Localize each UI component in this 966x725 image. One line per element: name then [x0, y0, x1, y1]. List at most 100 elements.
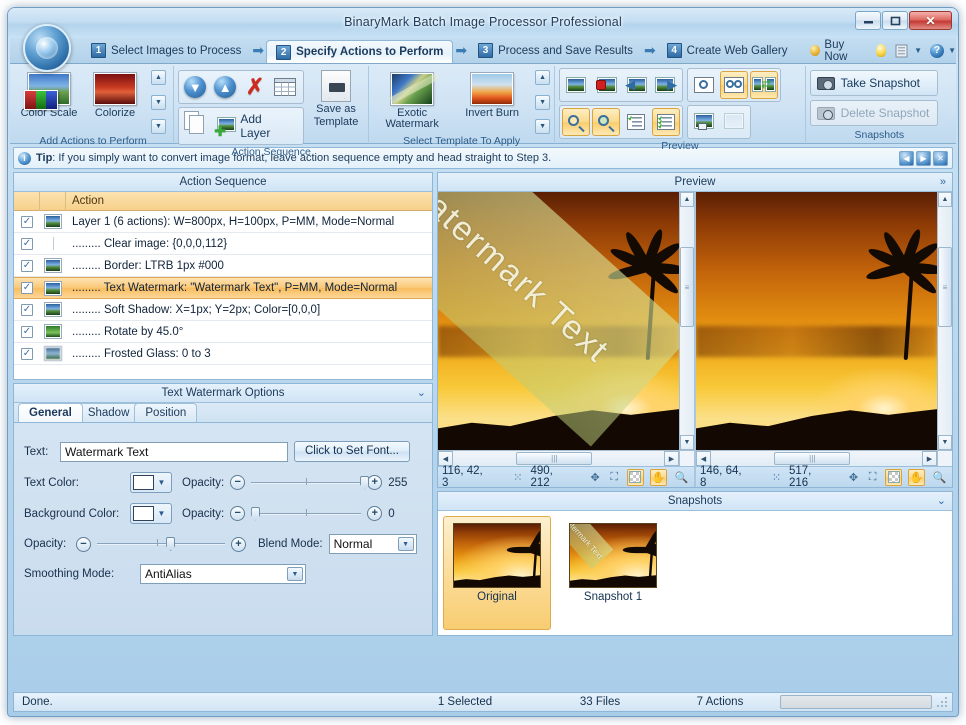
buy-now-button[interactable]: Buy Now [810, 38, 866, 63]
sync-panes-button[interactable]: ⇄ [750, 71, 778, 99]
row-checkbox-cell[interactable]: ✓ [14, 282, 40, 294]
move-down-button[interactable]: ▼ [181, 73, 209, 101]
zoom-tool-button[interactable]: 🔍 [931, 469, 948, 486]
tip-next-button[interactable]: ▶ [916, 151, 931, 166]
scroll-down-arrow-icon[interactable]: ▼ [938, 435, 952, 450]
chevron-collapse-icon[interactable]: ⌄ [417, 384, 426, 403]
preview-image-original[interactable] [696, 192, 937, 450]
background-opacity-decrease-button[interactable]: − [230, 506, 245, 521]
add-layer-button[interactable]: ✚ Add Layer [210, 109, 301, 143]
step-1-select-images[interactable]: 1 Select Images to Process [82, 38, 250, 63]
list-view-button[interactable] [271, 73, 299, 101]
row-checkbox-cell[interactable]: ✓ [14, 216, 40, 228]
hscroll-thumb[interactable]: ||| [774, 452, 850, 465]
preview-original-vscrollbar[interactable]: ▲ ≡ ▼ [937, 192, 952, 450]
preview-random-button[interactable] [592, 71, 620, 99]
table-row[interactable]: ✓ ......... Frosted Glass: 0 to 3 [14, 343, 432, 365]
table-row-selected[interactable]: ✓ ......... Text Watermark: "Watermark T… [14, 277, 432, 299]
save-as-template-button[interactable]: Save as Template [308, 68, 364, 128]
text-opacity-decrease-button[interactable]: − [230, 475, 245, 490]
scroll-down-arrow-icon[interactable]: ▼ [680, 435, 694, 450]
tab-position[interactable]: Position [134, 403, 197, 422]
chevron-expand-icon[interactable]: » [940, 173, 946, 192]
step-2-specify-actions[interactable]: 2 Specify Actions to Perform [266, 40, 453, 63]
snapshot-item-original[interactable]: Original [443, 516, 551, 630]
vscroll-thumb[interactable]: ≡ [938, 247, 952, 327]
tip-close-button[interactable]: ✕ [933, 151, 948, 166]
template-exotic-watermark-button[interactable]: Exotic Watermark [373, 68, 451, 131]
scroll-right-arrow-icon[interactable]: ▶ [922, 451, 937, 466]
maximize-button[interactable] [882, 11, 908, 30]
background-color-picker[interactable]: ▼ [130, 503, 172, 524]
checkbox-icon[interactable]: ✓ [21, 216, 33, 228]
preview-next-button[interactable]: ▶ [652, 71, 680, 99]
background-opacity-increase-button[interactable]: + [367, 506, 382, 521]
preview-processed-hscrollbar[interactable]: ◀ ||| ▶ [438, 450, 694, 466]
checkbox-icon[interactable]: ✓ [21, 260, 33, 272]
preview-processed-vscrollbar[interactable]: ▲ ≡ ▼ [679, 192, 694, 450]
move-tool-icon[interactable]: ✥ [589, 470, 602, 484]
expand-gallery-button[interactable]: ▼ [151, 119, 166, 134]
pan-tool-button[interactable]: ✋ [908, 469, 925, 486]
checkbox-icon[interactable]: ✓ [21, 238, 33, 250]
vscroll-thumb[interactable]: ≡ [680, 247, 694, 327]
action-color-scale-button[interactable]: Color Scale [17, 68, 81, 120]
templates-scroll-up-button[interactable]: ▲ [535, 70, 550, 85]
table-row[interactable]: ✓ Layer 1 (6 actions): W=800px, H=100px,… [14, 211, 432, 233]
text-opacity-increase-button[interactable]: + [367, 475, 382, 490]
checkbox-icon[interactable]: ✓ [21, 304, 33, 316]
zoom-window-button[interactable] [690, 71, 718, 99]
slider-thumb[interactable] [166, 537, 175, 551]
history-menu-button[interactable]: ▼ [894, 38, 922, 63]
tab-shadow[interactable]: Shadow [77, 403, 141, 422]
hscroll-track[interactable]: ||| [711, 451, 922, 466]
help-menu-button[interactable]: ? ▼ [930, 38, 956, 63]
move-tool-icon[interactable]: ✥ [847, 470, 860, 484]
step-3-process-save[interactable]: 3 Process and Save Results [469, 38, 642, 63]
templates-expand-button[interactable]: ▼ [535, 119, 550, 134]
chevron-collapse-icon-snapshots[interactable]: ⌄ [937, 492, 946, 511]
checkbox-icon[interactable]: ✓ [21, 348, 33, 360]
row-checkbox-cell[interactable]: ✓ [14, 238, 40, 250]
checkbox-icon[interactable]: ✓ [21, 282, 33, 294]
snapshot-item-1[interactable]: Watermark Text Snapshot 1 [559, 516, 667, 630]
row-checkbox-cell[interactable]: ✓ [14, 348, 40, 360]
checkbox-icon[interactable]: ✓ [21, 326, 33, 338]
preview-image-processed[interactable]: Watermark Text [438, 192, 679, 450]
scroll-up-button[interactable]: ▲ [151, 70, 166, 85]
preview-prev-button[interactable]: ◀ [622, 71, 650, 99]
templates-scroll-down-button[interactable]: ▼ [535, 95, 550, 110]
take-snapshot-button[interactable]: Take Snapshot [810, 70, 938, 96]
opacity-slider[interactable] [97, 536, 225, 552]
opacity-increase-button[interactable]: + [231, 537, 246, 552]
tips-toggle-button[interactable] [876, 38, 886, 63]
close-button[interactable]: ✕ [909, 11, 952, 30]
row-checkbox-cell[interactable]: ✓ [14, 304, 40, 316]
row-checkbox-cell[interactable]: ✓ [14, 260, 40, 272]
scroll-up-arrow-icon[interactable]: ▲ [680, 192, 694, 207]
action-sequence-list[interactable]: Action ✓ Layer 1 (6 actions): W=800px, H… [14, 192, 432, 379]
zoom-out-button[interactable] [592, 108, 620, 136]
fit-tool-icon[interactable]: ⛶ [608, 470, 621, 484]
scroll-down-button[interactable]: ▼ [151, 95, 166, 110]
preview-original-hscrollbar[interactable]: ◀ ||| ▶ [696, 450, 952, 466]
transparency-toggle-button[interactable] [627, 469, 644, 486]
table-row[interactable]: ✓ ......... Soft Shadow: X=1px; Y=2px; C… [14, 299, 432, 321]
scroll-right-arrow-icon[interactable]: ▶ [664, 451, 679, 466]
zoom-compare-button[interactable] [720, 71, 748, 99]
table-row[interactable]: ✓ ......... Clear image: {0,0,0,112} [14, 233, 432, 255]
row-checkbox-cell[interactable]: ✓ [14, 326, 40, 338]
template-invert-burn-button[interactable]: Invert Burn [453, 68, 531, 120]
text-opacity-slider[interactable] [251, 475, 361, 491]
scroll-up-arrow-icon[interactable]: ▲ [938, 192, 952, 207]
slider-thumb[interactable] [251, 507, 260, 521]
table-row[interactable]: ✓ ......... Border: LTRB 1px #000 [14, 255, 432, 277]
table-row[interactable]: ✓ ......... Rotate by 45.0° [14, 321, 432, 343]
tab-general[interactable]: General [18, 403, 83, 422]
delete-action-button[interactable]: ✗ [241, 73, 269, 101]
opacity-decrease-button[interactable]: − [76, 537, 91, 552]
zoom-in-button[interactable] [562, 108, 590, 136]
fit-tool-icon[interactable]: ⛶ [866, 470, 879, 484]
smoothing-mode-select[interactable]: AntiAlias ▼ [140, 564, 306, 584]
scroll-left-arrow-icon[interactable]: ◀ [438, 451, 453, 466]
